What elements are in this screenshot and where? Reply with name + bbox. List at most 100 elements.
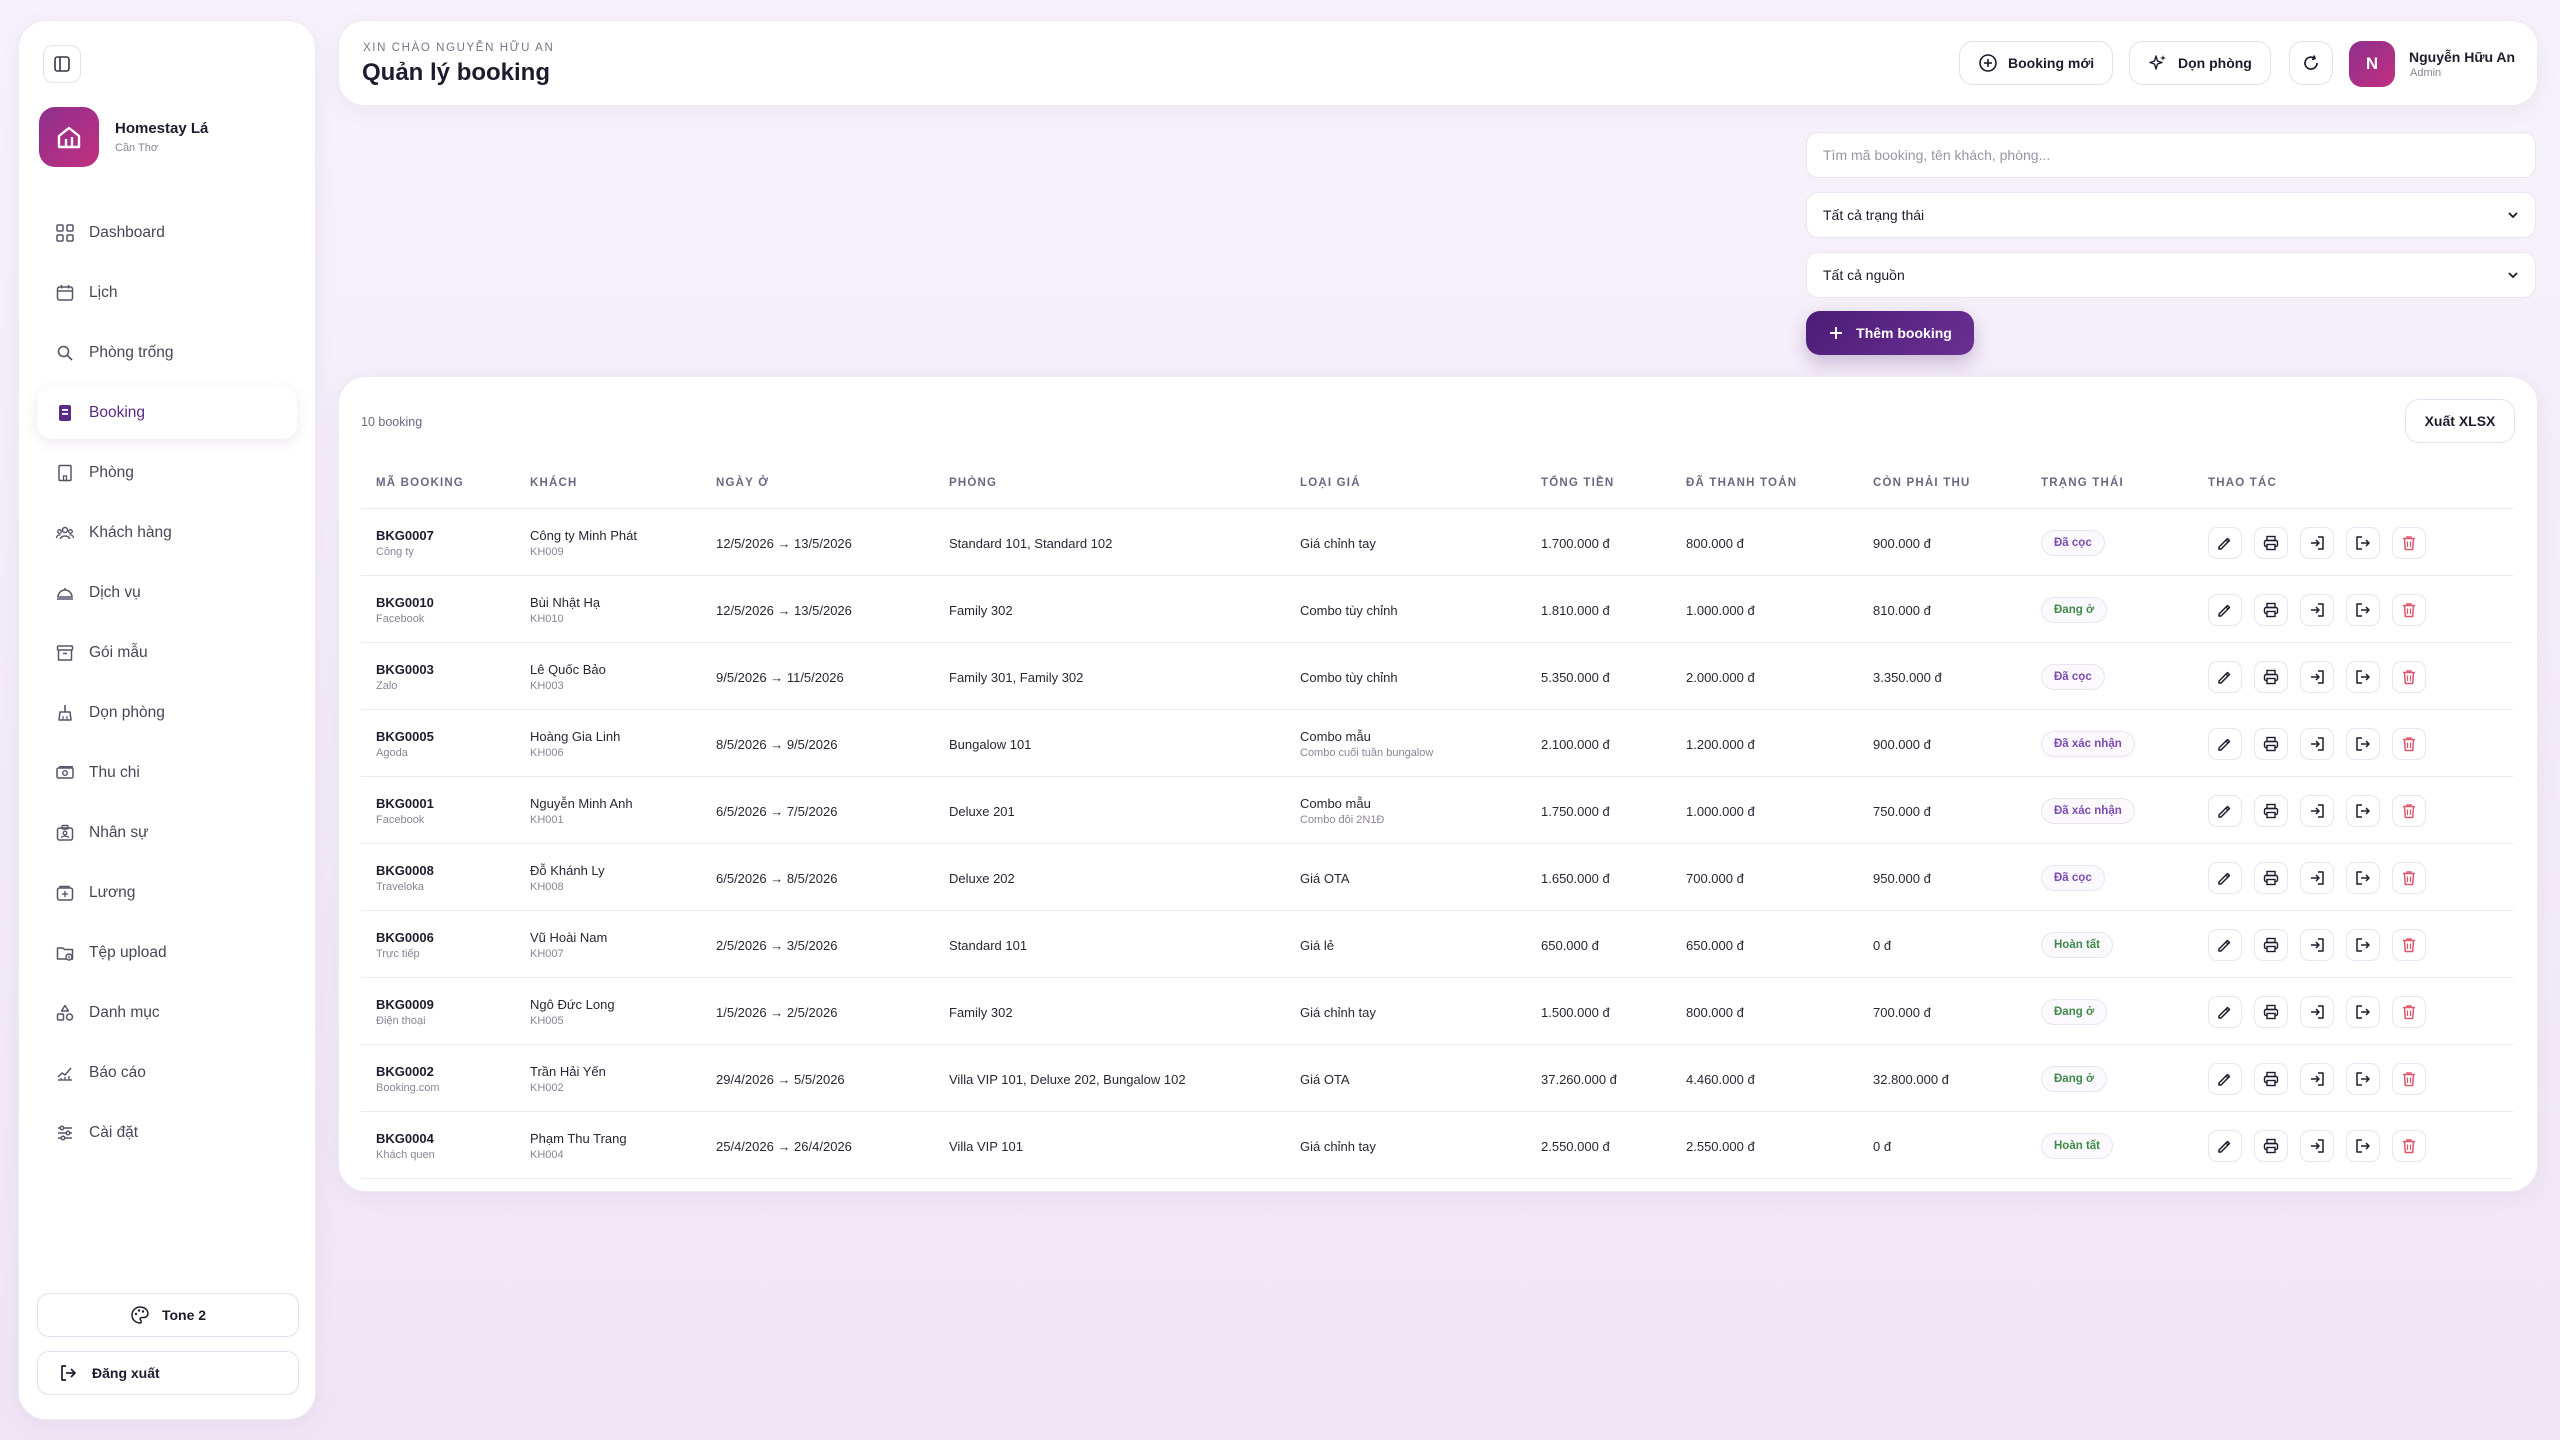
check-out-button[interactable] xyxy=(2346,929,2380,961)
sidebar-item-sliders[interactable]: Cài đặt xyxy=(37,1107,297,1159)
check-out-button[interactable] xyxy=(2346,728,2380,760)
print-button[interactable] xyxy=(2254,862,2288,894)
booking-code[interactable]: BKG0004 xyxy=(376,1131,434,1146)
delete-button[interactable] xyxy=(2392,862,2426,894)
sidebar-item-users[interactable]: Khách hàng xyxy=(37,507,297,559)
refresh-button[interactable] xyxy=(2289,41,2333,85)
table-row[interactable]: BKG0010 Facebook Bùi Nhật Hạ KH010 12/5/2026… xyxy=(361,576,2513,643)
table-row[interactable]: BKG0009 Điện thoại Ngô Đức Long KH005 1/5/20… xyxy=(361,978,2513,1045)
edit-button[interactable] xyxy=(2208,728,2242,760)
check-out-button[interactable] xyxy=(2346,527,2380,559)
check-in-button[interactable] xyxy=(2300,1063,2334,1095)
delete-button[interactable] xyxy=(2392,661,2426,693)
edit-button[interactable] xyxy=(2208,996,2242,1028)
delete-button[interactable] xyxy=(2392,1063,2426,1095)
sidebar-toggle-button[interactable] xyxy=(43,45,81,83)
add-booking-button[interactable]: Thêm booking xyxy=(1806,311,1974,355)
edit-button[interactable] xyxy=(2208,1063,2242,1095)
sidebar-item-folder[interactable]: Tệp upload xyxy=(37,927,297,979)
edit-button[interactable] xyxy=(2208,1130,2242,1162)
booking-code[interactable]: BKG0002 xyxy=(376,1064,434,1079)
source-select[interactable]: Tất cả nguồn xyxy=(1806,252,2536,298)
sidebar-item-booking[interactable]: Booking xyxy=(37,387,297,439)
booking-code[interactable]: BKG0003 xyxy=(376,662,434,677)
edit-button[interactable] xyxy=(2208,795,2242,827)
check-out-button[interactable] xyxy=(2346,795,2380,827)
booking-code[interactable]: BKG0008 xyxy=(376,863,434,878)
table-row[interactable]: BKG0002 Booking.com Trần Hải Yến KH002 29/4/… xyxy=(361,1045,2513,1112)
check-out-button[interactable] xyxy=(2346,1063,2380,1095)
check-in-button[interactable] xyxy=(2300,996,2334,1028)
sidebar-item-calendar[interactable]: Lịch xyxy=(37,267,297,319)
sidebar-item-building[interactable]: Phòng xyxy=(37,447,297,499)
table-row[interactable]: BKG0008 Traveloka Đỗ Khánh Ly KH008 6/5/2026… xyxy=(361,844,2513,911)
sidebar-item-badge[interactable]: Nhân sự xyxy=(37,807,297,859)
paid-amount: 650.000 đ xyxy=(1686,938,1744,953)
avatar[interactable]: N xyxy=(2349,41,2395,87)
edit-button[interactable] xyxy=(2208,527,2242,559)
edit-button[interactable] xyxy=(2208,661,2242,693)
delete-button[interactable] xyxy=(2392,929,2426,961)
check-out-button[interactable] xyxy=(2346,661,2380,693)
delete-button[interactable] xyxy=(2392,996,2426,1028)
check-in-button[interactable] xyxy=(2300,1130,2334,1162)
sidebar-item-archive[interactable]: Gói mẫu xyxy=(37,627,297,679)
print-button[interactable] xyxy=(2254,594,2288,626)
sidebar-item-wallet[interactable]: Lương xyxy=(37,867,297,919)
sidebar-item-broom[interactable]: Dọn phòng xyxy=(37,687,297,739)
sidebar-item-money[interactable]: Thu chi xyxy=(37,747,297,799)
check-in-button[interactable] xyxy=(2300,527,2334,559)
check-in-button[interactable] xyxy=(2300,728,2334,760)
new-booking-button[interactable]: Booking mới xyxy=(1959,41,2114,85)
delete-button[interactable] xyxy=(2392,795,2426,827)
check-in-button[interactable] xyxy=(2300,862,2334,894)
check-in-button[interactable] xyxy=(2300,661,2334,693)
print-button[interactable] xyxy=(2254,795,2288,827)
check-out-button[interactable] xyxy=(2346,594,2380,626)
delete-button[interactable] xyxy=(2392,728,2426,760)
booking-code[interactable]: BKG0007 xyxy=(376,528,434,543)
check-in-button[interactable] xyxy=(2300,929,2334,961)
table-row[interactable]: BKG0006 Trực tiếp Vũ Hoài Nam KH007 2/5/2026… xyxy=(361,911,2513,978)
print-button[interactable] xyxy=(2254,661,2288,693)
booking-code[interactable]: BKG0010 xyxy=(376,595,434,610)
search-input[interactable]: Tìm mã booking, tên khách, phòng... xyxy=(1806,132,2536,178)
print-button[interactable] xyxy=(2254,1063,2288,1095)
edit-button[interactable] xyxy=(2208,929,2242,961)
sidebar-item-service[interactable]: Dịch vụ xyxy=(37,567,297,619)
sidebar-item-chart[interactable]: Báo cáo xyxy=(37,1047,297,1099)
print-button[interactable] xyxy=(2254,929,2288,961)
check-in-button[interactable] xyxy=(2300,594,2334,626)
table-row[interactable]: BKG0004 Khách quen Phạm Thu Trang KH004 25/4… xyxy=(361,1112,2513,1179)
tone-button[interactable]: Tone 2 xyxy=(37,1293,299,1337)
print-button[interactable] xyxy=(2254,1130,2288,1162)
cleaning-button[interactable]: Dọn phòng xyxy=(2129,41,2271,85)
check-out-button[interactable] xyxy=(2346,996,2380,1028)
sidebar-item-grid[interactable]: Dashboard xyxy=(37,207,297,259)
booking-code[interactable]: BKG0009 xyxy=(376,997,434,1012)
rate-type: Combo mẫu xyxy=(1300,729,1371,744)
logout-button[interactable]: Đăng xuất xyxy=(37,1351,299,1395)
delete-button[interactable] xyxy=(2392,1130,2426,1162)
check-in-button[interactable] xyxy=(2300,795,2334,827)
sidebar-item-search[interactable]: Phòng trống xyxy=(37,327,297,379)
booking-code[interactable]: BKG0006 xyxy=(376,930,434,945)
booking-code[interactable]: BKG0001 xyxy=(376,796,434,811)
table-row[interactable]: BKG0003 Zalo Lê Quốc Bảo KH003 9/5/2026 → 11… xyxy=(361,643,2513,710)
delete-button[interactable] xyxy=(2392,594,2426,626)
print-button[interactable] xyxy=(2254,527,2288,559)
edit-button[interactable] xyxy=(2208,862,2242,894)
export-xlsx-button[interactable]: Xuất XLSX xyxy=(2405,399,2515,443)
sidebar-item-shapes[interactable]: Danh mục xyxy=(37,987,297,1039)
delete-button[interactable] xyxy=(2392,527,2426,559)
table-row[interactable]: BKG0001 Facebook Nguyễn Minh Anh KH001 6/5/2… xyxy=(361,777,2513,844)
edit-button[interactable] xyxy=(2208,594,2242,626)
booking-code[interactable]: BKG0005 xyxy=(376,729,434,744)
status-select[interactable]: Tất cả trạng thái xyxy=(1806,192,2536,238)
table-row[interactable]: BKG0007 Công ty Công ty Minh Phát KH009 12/5… xyxy=(361,509,2513,576)
print-button[interactable] xyxy=(2254,728,2288,760)
print-button[interactable] xyxy=(2254,996,2288,1028)
check-out-button[interactable] xyxy=(2346,862,2380,894)
table-row[interactable]: BKG0005 Agoda Hoàng Gia Linh KH006 8/5/2026 … xyxy=(361,710,2513,777)
check-out-button[interactable] xyxy=(2346,1130,2380,1162)
